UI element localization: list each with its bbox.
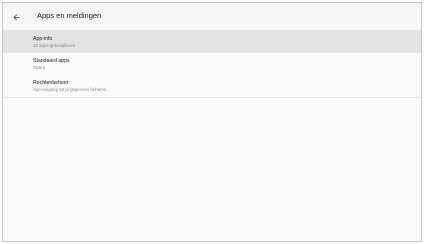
- page-title: Apps en meldingen: [37, 11, 102, 20]
- item-subtitle: Opera: [33, 64, 46, 70]
- settings-item-permissions[interactable]: Rechtenbeheer App-toegang tot je gegeven…: [3, 75, 421, 97]
- back-button[interactable]: [9, 10, 23, 24]
- list-divider: [3, 97, 421, 98]
- item-subtitle: 20 apps geïnstalleerd: [33, 42, 75, 48]
- settings-window: Apps en meldingen App-info 20 apps geïns…: [2, 2, 422, 242]
- settings-item-default-apps[interactable]: Standaard apps Opera: [3, 53, 421, 75]
- arrow-left-icon: [13, 14, 19, 20]
- settings-list: App-info 20 apps geïnstalleerd Standaard…: [3, 31, 421, 98]
- item-subtitle: App-toegang tot je gegevens beheren: [33, 86, 107, 92]
- top-app-bar: Apps en meldingen: [3, 3, 421, 31]
- settings-item-app-info[interactable]: App-info 20 apps geïnstalleerd: [3, 31, 421, 53]
